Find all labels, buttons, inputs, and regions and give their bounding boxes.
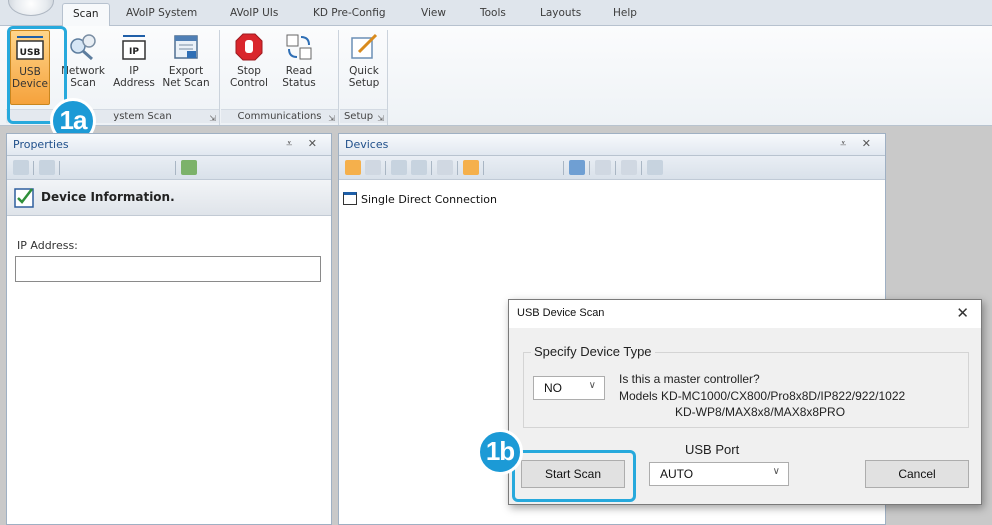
device-information-label: Device Information. bbox=[41, 190, 175, 204]
properties-panel-header: Properties ⩡ ✕ bbox=[7, 134, 331, 156]
callout-start-scan-highlight bbox=[512, 450, 636, 502]
network-icon[interactable] bbox=[391, 160, 407, 175]
devices-toolbar bbox=[339, 156, 885, 180]
tab-layouts[interactable]: Layouts bbox=[540, 7, 581, 27]
apply-icon[interactable] bbox=[181, 160, 197, 175]
ip-address-label-2: Address bbox=[113, 77, 155, 89]
stop-control-label-1: Stop bbox=[237, 65, 261, 77]
devices-pin-close-controls[interactable]: ⩡ ✕ bbox=[840, 137, 877, 151]
quick-setup-icon bbox=[351, 33, 378, 59]
grid-view-icon[interactable] bbox=[365, 160, 381, 175]
export-net-scan-label-1: Export bbox=[168, 65, 204, 77]
export-icon[interactable] bbox=[647, 160, 663, 175]
settings-icon[interactable] bbox=[621, 160, 637, 175]
stop-control-button[interactable]: Stop Control bbox=[227, 30, 271, 105]
group-setup: Quick Setup Setup ⇲ bbox=[340, 30, 388, 125]
tab-kd-pre-config[interactable]: KD Pre-Config bbox=[313, 7, 385, 27]
edit-icon[interactable] bbox=[595, 160, 611, 175]
quick-setup-label-1: Quick bbox=[349, 65, 379, 77]
list-icon[interactable] bbox=[569, 160, 585, 175]
properties-panel: Properties ⩡ ✕ Device Information. IP Ad… bbox=[6, 133, 332, 525]
network-scan-icon bbox=[70, 34, 96, 61]
ip-address-field[interactable] bbox=[15, 256, 321, 282]
tab-help[interactable]: Help bbox=[613, 7, 637, 27]
tree-view-icon[interactable] bbox=[345, 160, 361, 175]
system-scan-launcher-icon[interactable]: ⇲ bbox=[209, 114, 216, 123]
tab-view[interactable]: View bbox=[421, 7, 446, 27]
devices-panel-header: Devices ⩡ ✕ bbox=[339, 134, 885, 156]
ip-address-label: IP Address: bbox=[17, 239, 78, 252]
read-status-label-1: Read bbox=[285, 65, 313, 77]
group-communications-label: Communications bbox=[221, 109, 338, 123]
dialog-title-bar: USB Device Scan ✕ bbox=[509, 300, 981, 328]
read-status-icon bbox=[286, 34, 312, 60]
chevron-down-icon: ∨ bbox=[772, 466, 780, 477]
close-icon[interactable]: ✕ bbox=[956, 304, 969, 322]
device-type-legend: Specify Device Type bbox=[531, 344, 655, 359]
network-alt-icon[interactable] bbox=[411, 160, 427, 175]
app-menu-button[interactable] bbox=[8, 0, 54, 16]
usb-icon[interactable] bbox=[463, 160, 479, 175]
ip-icon-text: IP bbox=[129, 47, 139, 57]
stop-hand-icon bbox=[235, 33, 263, 61]
ip-address-button[interactable]: IP IP Address bbox=[112, 30, 156, 105]
device-information-header: Device Information. bbox=[7, 180, 331, 216]
devices-title: Devices bbox=[345, 138, 389, 151]
setup-launcher-icon[interactable]: ⇲ bbox=[377, 114, 384, 123]
master-controller-question: Is this a master controller? bbox=[619, 372, 760, 386]
export-net-scan-button[interactable]: Export Net Scan bbox=[158, 30, 214, 105]
quick-setup-button[interactable]: Quick Setup bbox=[344, 30, 384, 105]
properties-title: Properties bbox=[13, 138, 69, 151]
stop-control-label-2: Control bbox=[230, 77, 268, 89]
chevron-down-icon: ∨ bbox=[588, 380, 596, 391]
tree-item-label: Single Direct Connection bbox=[361, 193, 497, 206]
save-icon[interactable] bbox=[39, 160, 55, 175]
tab-scan[interactable]: Scan bbox=[62, 3, 110, 27]
ip-address-icon: IP bbox=[122, 35, 146, 60]
master-controller-select[interactable]: NO ∨ bbox=[533, 376, 605, 400]
export-net-scan-icon bbox=[174, 35, 198, 59]
usb-connection-icon bbox=[343, 192, 357, 205]
callout-badge-1b: 1b bbox=[477, 429, 523, 475]
communications-launcher-icon[interactable]: ⇲ bbox=[328, 114, 335, 123]
read-status-label-2: Status bbox=[282, 77, 316, 89]
group-communications: Stop Control Read Status Communications … bbox=[221, 30, 339, 125]
ip-icon[interactable] bbox=[437, 160, 453, 175]
dialog-title: USB Device Scan bbox=[517, 307, 605, 319]
refresh-icon[interactable] bbox=[13, 160, 29, 175]
tab-tools[interactable]: Tools bbox=[480, 7, 506, 27]
models-line-2: KD-WP8/MAX8x8/MAX8x8PRO bbox=[675, 405, 846, 419]
read-status-button[interactable]: Read Status bbox=[277, 30, 321, 105]
tree-item-single-direct-connection[interactable]: Single Direct Connection bbox=[343, 192, 497, 206]
usb-port-value: AUTO bbox=[660, 467, 694, 481]
tab-avoip-system[interactable]: AVoIP System bbox=[126, 7, 197, 27]
models-line-1: Models KD-MC1000/CX800/Pro8x8D/IP822/922… bbox=[619, 389, 906, 403]
master-controller-value: NO bbox=[544, 381, 562, 395]
ip-address-label-1: IP bbox=[129, 65, 139, 77]
ribbon-tab-bar: Scan AVoIP System AVoIP UIs KD Pre-Confi… bbox=[0, 0, 992, 27]
tab-avoip-uis[interactable]: AVoIP UIs bbox=[230, 7, 278, 27]
device-info-icon bbox=[14, 188, 34, 208]
properties-toolbar bbox=[7, 156, 331, 180]
properties-pin-close-controls[interactable]: ⩡ ✕ bbox=[286, 137, 323, 151]
usb-port-select[interactable]: AUTO ∨ bbox=[649, 462, 789, 486]
ribbon: USB USB Device Network Scan IP IP Addres… bbox=[0, 26, 992, 126]
cancel-button[interactable]: Cancel bbox=[865, 460, 969, 488]
usb-port-label: USB Port bbox=[685, 442, 740, 457]
quick-setup-label-2: Setup bbox=[348, 77, 380, 89]
export-net-scan-label-2: Net Scan bbox=[162, 77, 210, 89]
